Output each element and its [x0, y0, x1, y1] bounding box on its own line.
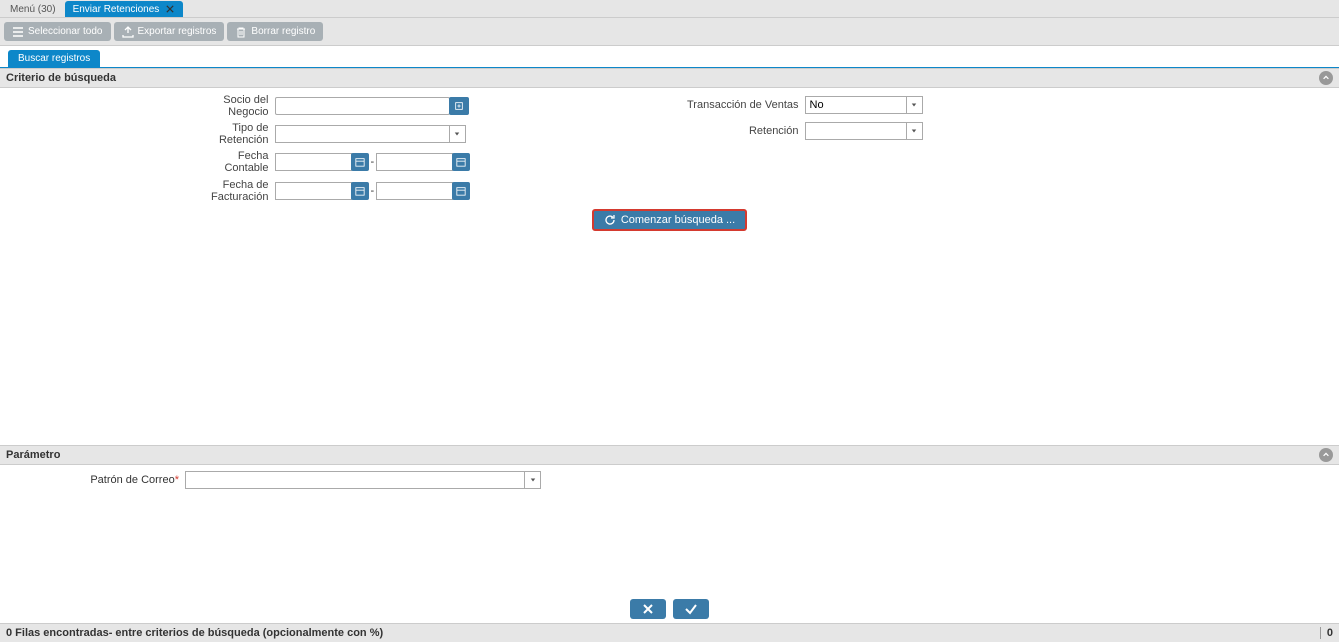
fecha-facturacion-to[interactable] [376, 182, 453, 200]
spacer [0, 495, 1339, 595]
tabs-bar: Menú (30) Enviar Retenciones [0, 0, 1339, 18]
fecha-contable-from[interactable] [275, 153, 352, 171]
socio-label: Socio del Negocio [205, 94, 275, 118]
delete-label: Borrar registro [251, 26, 315, 37]
cancel-button[interactable] [630, 599, 666, 619]
date-separator: - [371, 156, 375, 168]
status-bar: 0 Filas encontradas- entre criterios de … [0, 623, 1339, 642]
param-header-text: Parámetro [6, 449, 60, 461]
tab-menu[interactable]: Menú (30) [2, 1, 64, 17]
dropdown-icon[interactable] [907, 96, 923, 114]
retencion-label: Retención [675, 125, 805, 137]
criteria-header-text: Criterio de búsqueda [6, 72, 116, 84]
select-all-label: Seleccionar todo [28, 26, 103, 37]
trans-ventas-label: Transacción de Ventas [675, 99, 805, 111]
calendar-icon[interactable] [452, 182, 470, 200]
export-label: Exportar registros [138, 26, 217, 37]
export-button[interactable]: Exportar registros [114, 22, 225, 41]
tab-enviar-retenciones[interactable]: Enviar Retenciones [65, 1, 184, 17]
refresh-icon [604, 214, 616, 226]
tab-menu-label: Menú (30) [10, 4, 56, 15]
comenzar-busqueda-button[interactable]: Comenzar búsqueda ... [592, 209, 747, 231]
dropdown-icon[interactable] [450, 125, 466, 143]
collapse-button[interactable] [1319, 71, 1333, 85]
toolbar: Seleccionar todo Exportar registros Borr… [0, 18, 1339, 46]
trans-ventas-select[interactable] [805, 96, 907, 114]
patron-correo-label: Patrón de Correo* [0, 474, 185, 486]
subtab-label: Buscar registros [18, 53, 90, 64]
criteria-body: Socio del Negocio Tipo de Retención [0, 88, 1339, 235]
criteria-header: Criterio de búsqueda [0, 68, 1339, 88]
action-row [0, 595, 1339, 623]
collapse-button[interactable] [1319, 448, 1333, 462]
param-header: Parámetro [0, 445, 1339, 465]
status-text: 0 Filas encontradas- entre criterios de … [6, 627, 383, 639]
search-btn-label: Comenzar búsqueda ... [621, 214, 735, 226]
lookup-icon[interactable] [449, 97, 469, 115]
sub-tabs: Buscar registros [0, 46, 1339, 68]
status-count: 0 [1320, 627, 1333, 639]
fecha-facturacion-from[interactable] [275, 182, 352, 200]
param-body: Patrón de Correo* [0, 465, 1339, 495]
dropdown-icon[interactable] [907, 122, 923, 140]
retencion-select[interactable] [805, 122, 907, 140]
calendar-icon[interactable] [452, 153, 470, 171]
fecha-facturacion-label: Fecha de Facturación [205, 179, 275, 203]
list-icon [12, 26, 24, 38]
date-separator: - [371, 185, 375, 197]
trash-icon [235, 26, 247, 38]
results-area [0, 235, 1339, 445]
subtab-buscar[interactable]: Buscar registros [8, 50, 100, 67]
delete-button[interactable]: Borrar registro [227, 22, 323, 41]
export-icon [122, 26, 134, 38]
calendar-icon[interactable] [351, 182, 369, 200]
close-icon[interactable] [165, 4, 175, 14]
tipo-label: Tipo de Retención [205, 122, 275, 146]
calendar-icon[interactable] [351, 153, 369, 171]
dropdown-icon[interactable] [525, 471, 541, 489]
fecha-contable-label: Fecha Contable [205, 150, 275, 174]
select-all-button[interactable]: Seleccionar todo [4, 22, 111, 41]
tab-active-label: Enviar Retenciones [73, 4, 160, 15]
socio-input[interactable] [275, 97, 450, 115]
ok-button[interactable] [673, 599, 709, 619]
patron-correo-select[interactable] [185, 471, 525, 489]
tipo-retencion-select[interactable] [275, 125, 450, 143]
fecha-contable-to[interactable] [376, 153, 453, 171]
